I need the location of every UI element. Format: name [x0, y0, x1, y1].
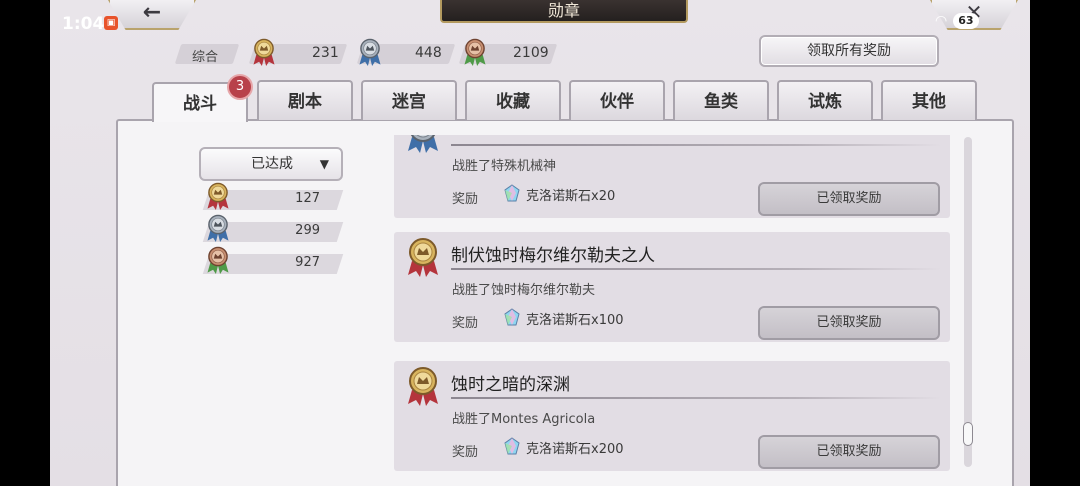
claimed-reward-button[interactable]: 已领取奖励: [758, 435, 940, 469]
achievement-list[interactable]: 战胜了特殊机械神 奖励 克洛诺斯石x20 已领取奖励 制伏蚀时梅尔维尔勒夫之人 …: [394, 135, 950, 475]
count-row-gold: 127: [200, 190, 344, 212]
summary-label: 综合: [192, 50, 219, 65]
tab-trial[interactable]: 试炼: [777, 80, 873, 120]
claim-all-button[interactable]: 领取所有奖励: [759, 35, 939, 67]
filter-dropdown[interactable]: 已达成 ▼: [199, 147, 343, 181]
summary-bronze-count: 2109: [513, 45, 549, 61]
count-row-silver: 299: [200, 222, 344, 244]
silver-medal-icon: [358, 38, 382, 66]
tab-story[interactable]: 剧本: [257, 80, 353, 120]
filter-selected: 已达成: [251, 156, 293, 172]
tab-companion[interactable]: 伙伴: [569, 80, 665, 120]
achievement-card: 蚀时之暗的深渊 战胜了Montes Agricola 奖励 克洛诺斯石x200 …: [394, 361, 950, 471]
tab-other[interactable]: 其他: [881, 80, 977, 120]
gold-medal-icon: [406, 366, 440, 406]
silver-medal-icon: [206, 214, 230, 242]
claimed-reward-button[interactable]: 已领取奖励: [758, 182, 940, 216]
battery-indicator: 63: [953, 13, 979, 29]
reward-label: 奖励: [452, 316, 479, 331]
chronos-stone-icon: [503, 308, 521, 326]
chronos-stone-icon: [503, 184, 521, 202]
reward-amount: 克洛诺斯石x200: [526, 442, 624, 457]
status-indicators: ◠ 63: [935, 13, 979, 29]
chronos-stone-icon: [503, 437, 521, 455]
gold-medal-icon: [406, 237, 440, 277]
claimed-reward-button[interactable]: 已领取奖励: [758, 306, 940, 340]
divider: [451, 268, 941, 270]
notification-app-icon: ▣: [104, 16, 118, 30]
scrollbar-thumb[interactable]: [963, 422, 973, 446]
tab-labyrinth[interactable]: 迷宫: [361, 80, 457, 120]
achievement-title: 制伏蚀时梅尔维尔勒夫之人: [451, 246, 655, 266]
page-title: 勋章: [440, 0, 688, 23]
tab-collection[interactable]: 收藏: [465, 80, 561, 120]
divider: [451, 144, 941, 146]
achievement-card: 制伏蚀时梅尔维尔勒夫之人 战胜了蚀时梅尔维尔勒夫 奖励 克洛诺斯石x100 已领…: [394, 232, 950, 342]
silver-medal-icon: [406, 135, 440, 153]
reward-amount: 克洛诺斯石x20: [526, 189, 616, 204]
count-bronze: 927: [295, 255, 320, 270]
achievement-desc: 战胜了特殊机械神: [452, 159, 557, 174]
summary-gold-count: 231: [312, 45, 339, 61]
achievement-title: 蚀时之暗的深渊: [451, 375, 570, 395]
chevron-down-icon: ▼: [319, 157, 329, 171]
achievement-desc: 战胜了Montes Agricola: [452, 412, 596, 427]
count-silver: 299: [295, 223, 320, 238]
scrollbar-track[interactable]: [964, 137, 972, 467]
achievement-desc: 战胜了蚀时梅尔维尔勒夫: [452, 283, 596, 298]
arrow-left-icon: ←: [142, 0, 162, 25]
bronze-medal-icon: [463, 38, 487, 66]
reward-label: 奖励: [452, 192, 479, 207]
gold-medal-icon: [206, 182, 230, 210]
reward-label: 奖励: [452, 445, 479, 460]
divider: [451, 397, 941, 399]
gold-medal-icon: [252, 38, 276, 66]
tab-battle-badge: 3: [227, 74, 253, 100]
achievement-card: 战胜了特殊机械神 奖励 克洛诺斯石x20 已领取奖励: [394, 135, 950, 218]
reward-amount: 克洛诺斯石x100: [526, 313, 624, 328]
summary-silver-count: 448: [415, 45, 442, 61]
count-row-bronze: 927: [200, 254, 344, 276]
status-time: 1:04: [62, 14, 105, 34]
tab-fish[interactable]: 鱼类: [673, 80, 769, 120]
count-gold: 127: [295, 191, 320, 206]
bronze-medal-icon: [206, 246, 230, 274]
wifi-icon: ◠: [935, 13, 948, 29]
